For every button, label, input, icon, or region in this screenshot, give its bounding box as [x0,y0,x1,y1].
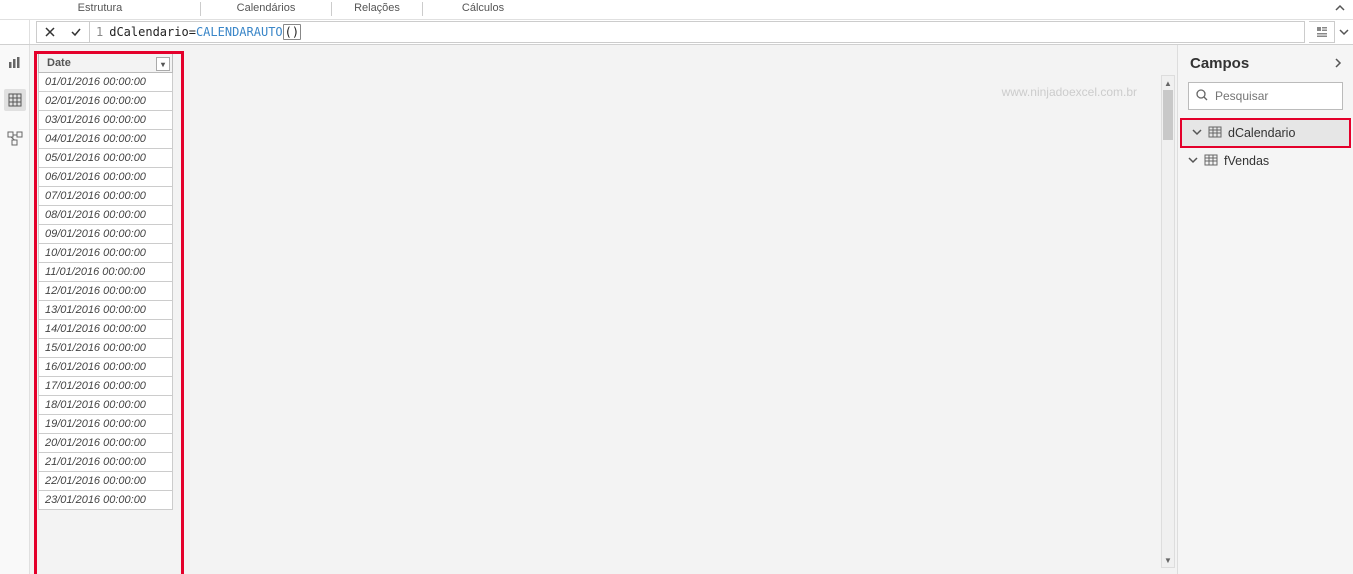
formula-function: CALENDARAUTO [196,25,283,39]
table-row[interactable]: 04/01/2016 00:00:00 [39,130,173,149]
date-cell[interactable]: 19/01/2016 00:00:00 [39,415,173,434]
table-row[interactable]: 22/01/2016 00:00:00 [39,472,173,491]
date-cell[interactable]: 22/01/2016 00:00:00 [39,472,173,491]
table-row[interactable]: 17/01/2016 00:00:00 [39,377,173,396]
scroll-down-icon[interactable]: ▼ [1162,553,1174,567]
data-table: Date ▾ 01/01/2016 00:00:0002/01/2016 00:… [38,53,173,510]
date-cell[interactable]: 11/01/2016 00:00:00 [39,263,173,282]
search-icon [1195,88,1209,105]
date-cell[interactable]: 07/01/2016 00:00:00 [39,187,173,206]
date-cell[interactable]: 23/01/2016 00:00:00 [39,491,173,510]
cancel-formula-button[interactable] [37,22,63,42]
ribbon-tab-relacoes[interactable]: Relações [332,0,422,19]
fields-table-label: fVendas [1224,154,1269,168]
fields-pane: Campos dCalendario fVendas [1177,45,1353,574]
table-row[interactable]: 09/01/2016 00:00:00 [39,225,173,244]
table-row[interactable]: 06/01/2016 00:00:00 [39,168,173,187]
annotation-highlight-table: dCalendario [1180,118,1351,148]
fields-table-item[interactable]: fVendas [1178,148,1353,174]
fields-pane-title: Campos [1190,55,1249,72]
model-view-button[interactable] [4,127,26,149]
table-row[interactable]: 21/01/2016 00:00:00 [39,453,173,472]
fields-table-label: dCalendario [1228,126,1295,140]
formula-line-number: 1 [96,25,103,39]
formula-actions [36,21,90,43]
date-cell[interactable]: 14/01/2016 00:00:00 [39,320,173,339]
table-icon [1204,153,1218,170]
date-cell[interactable]: 09/01/2016 00:00:00 [39,225,173,244]
table-row[interactable]: 23/01/2016 00:00:00 [39,491,173,510]
date-cell[interactable]: 17/01/2016 00:00:00 [39,377,173,396]
commit-formula-button[interactable] [63,22,89,42]
date-cell[interactable]: 03/01/2016 00:00:00 [39,111,173,130]
date-cell[interactable]: 01/01/2016 00:00:00 [39,73,173,92]
date-cell[interactable]: 05/01/2016 00:00:00 [39,149,173,168]
table-row[interactable]: 19/01/2016 00:00:00 [39,415,173,434]
ribbon-tab-calculos[interactable]: Cálculos [423,0,543,19]
formula-equals: = [189,25,196,39]
fields-collapse-icon[interactable] [1333,56,1343,72]
date-cell[interactable]: 04/01/2016 00:00:00 [39,130,173,149]
data-view-button[interactable] [4,89,26,111]
table-icon [1208,125,1222,142]
column-dropdown-icon[interactable]: ▾ [156,57,170,71]
fields-search-input[interactable] [1215,89,1336,103]
column-header-label: Date [47,57,71,69]
chevron-down-icon[interactable] [1192,127,1202,140]
table-row[interactable]: 02/01/2016 00:00:00 [39,92,173,111]
date-cell[interactable]: 10/01/2016 00:00:00 [39,244,173,263]
scroll-up-icon[interactable]: ▲ [1162,76,1174,90]
table-row[interactable]: 05/01/2016 00:00:00 [39,149,173,168]
date-cell[interactable]: 16/01/2016 00:00:00 [39,358,173,377]
formula-bar: 1 dCalendario = CALENDARAUTO () [0,20,1353,45]
table-row[interactable]: 20/01/2016 00:00:00 [39,434,173,453]
date-cell[interactable]: 13/01/2016 00:00:00 [39,301,173,320]
table-row[interactable]: 14/01/2016 00:00:00 [39,320,173,339]
column-header-date[interactable]: Date ▾ [39,54,173,73]
date-cell[interactable]: 15/01/2016 00:00:00 [39,339,173,358]
formula-parens: () [283,24,301,40]
date-cell[interactable]: 02/01/2016 00:00:00 [39,92,173,111]
date-cell[interactable]: 18/01/2016 00:00:00 [39,396,173,415]
table-row[interactable]: 18/01/2016 00:00:00 [39,396,173,415]
formula-variable: dCalendario [109,25,188,39]
table-row[interactable]: 16/01/2016 00:00:00 [39,358,173,377]
ribbon-tabs: Estrutura Calendários Relações Cálculos [0,0,1353,20]
date-cell[interactable]: 12/01/2016 00:00:00 [39,282,173,301]
vertical-scrollbar[interactable]: ▲ ▼ [1161,75,1175,568]
formula-indent-button[interactable] [1309,21,1335,43]
date-cell[interactable]: 08/01/2016 00:00:00 [39,206,173,225]
date-cell[interactable]: 20/01/2016 00:00:00 [39,434,173,453]
fields-search-box[interactable] [1188,82,1343,110]
chevron-down-icon[interactable] [1188,155,1198,168]
watermark: www.ninjadoexcel.com.br [1002,85,1137,99]
table-row[interactable]: 03/01/2016 00:00:00 [39,111,173,130]
table-row[interactable]: 12/01/2016 00:00:00 [39,282,173,301]
table-row[interactable]: 08/01/2016 00:00:00 [39,206,173,225]
date-cell[interactable]: 06/01/2016 00:00:00 [39,168,173,187]
ribbon-tab-calendarios[interactable]: Calendários [201,0,331,19]
table-row[interactable]: 11/01/2016 00:00:00 [39,263,173,282]
view-switcher [0,45,30,574]
ribbon-tab-estrutura[interactable]: Estrutura [0,0,200,19]
ribbon-collapse-icon[interactable] [1335,4,1345,17]
table-row[interactable]: 13/01/2016 00:00:00 [39,301,173,320]
table-row[interactable]: 07/01/2016 00:00:00 [39,187,173,206]
formula-expand-button[interactable] [1335,21,1353,43]
report-view-placeholder [0,20,30,44]
table-row[interactable]: 10/01/2016 00:00:00 [39,244,173,263]
data-grid-area: Date ▾ 01/01/2016 00:00:0002/01/2016 00:… [30,45,1177,574]
table-row[interactable]: 15/01/2016 00:00:00 [39,339,173,358]
table-row[interactable]: 01/01/2016 00:00:00 [39,73,173,92]
fields-table-item[interactable]: dCalendario [1182,120,1349,146]
report-view-button[interactable] [4,51,26,73]
scroll-thumb[interactable] [1163,90,1173,140]
formula-input[interactable]: 1 dCalendario = CALENDARAUTO () [90,21,1305,43]
date-cell[interactable]: 21/01/2016 00:00:00 [39,453,173,472]
